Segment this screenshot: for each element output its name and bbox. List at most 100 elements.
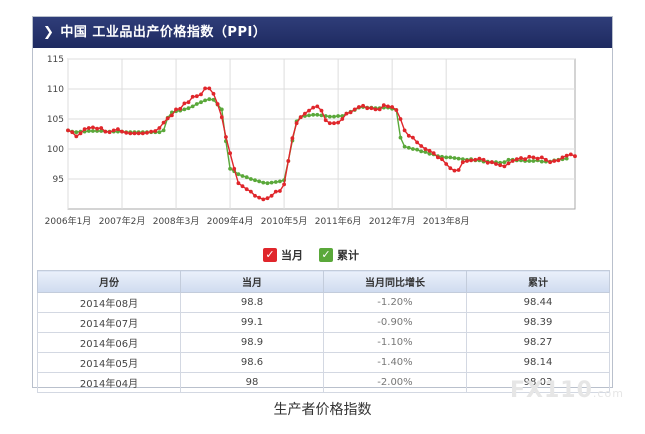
data-point-cumulative xyxy=(448,155,453,160)
data-point-current xyxy=(323,118,328,123)
data-point-current xyxy=(269,193,274,198)
cell-month: 2014年05月 xyxy=(37,352,181,373)
data-point-current xyxy=(149,129,153,134)
data-point-current xyxy=(398,117,403,121)
figure-caption: 生产者价格指数 xyxy=(273,402,372,418)
data-point-cumulative xyxy=(91,129,95,133)
data-point-cumulative xyxy=(307,113,311,118)
data-point-current xyxy=(203,86,208,91)
data-point-cumulative xyxy=(452,156,457,160)
data-point-current xyxy=(174,107,178,112)
data-point-current xyxy=(431,151,436,156)
data-point-cumulative xyxy=(332,114,336,119)
data-point-current xyxy=(170,113,174,118)
data-point-current xyxy=(519,156,523,160)
data-point-current xyxy=(573,154,577,159)
data-point-current xyxy=(161,120,166,125)
x-tick-label: 2006年1月 xyxy=(45,215,92,227)
data-point-cumulative xyxy=(194,102,199,106)
data-point-current xyxy=(86,126,91,130)
legend-label-current: 当月 xyxy=(281,249,303,262)
data-point-current xyxy=(207,86,212,91)
data-point-current xyxy=(261,197,266,202)
data-point-cumulative xyxy=(444,155,449,160)
data-point-cumulative xyxy=(273,180,278,184)
table-header-row: 月份 当月 当月同比增长 累计 xyxy=(37,270,610,293)
data-point-current xyxy=(107,130,112,135)
ppi-table: 月份 当月 当月同比增长 累计 2014年08月 98.8 -1.20% 98.… xyxy=(37,270,610,393)
data-point-cumulative xyxy=(269,180,274,185)
cell-month: 2014年07月 xyxy=(37,312,181,333)
data-point-current xyxy=(111,128,116,133)
legend-item-cumulative[interactable]: ✓ 累计 xyxy=(319,247,359,263)
data-point-cumulative xyxy=(398,135,403,140)
data-point-current xyxy=(244,187,249,192)
ppi-line-chart: 95 100 105 110 115 2006年1月 2007年2月 2008年3月 2009年… xyxy=(45,55,577,227)
data-point-current xyxy=(157,126,162,130)
data-point-current xyxy=(70,130,75,135)
data-point-current xyxy=(215,102,220,106)
data-point-current xyxy=(411,135,415,140)
data-point-cumulative xyxy=(249,177,253,181)
cell-current: 98.9 xyxy=(180,332,324,353)
data-point-current xyxy=(140,131,145,136)
cell-month: 2014年06月 xyxy=(37,332,181,353)
data-point-current xyxy=(394,108,399,112)
chevron-right-icon: ❯ xyxy=(43,25,55,40)
data-point-current xyxy=(560,155,565,160)
panel-header: ❯ 中国 工业品出产价格指数（PPI） xyxy=(33,17,612,48)
data-point-current xyxy=(514,157,519,162)
data-point-current xyxy=(419,144,424,148)
data-point-current xyxy=(298,115,303,120)
data-point-current xyxy=(427,148,432,153)
x-tick-label: 2008年3月 xyxy=(153,215,200,227)
cell-cumulative: 98.27 xyxy=(466,332,610,353)
data-point-cumulative xyxy=(253,178,257,183)
data-point-current xyxy=(473,157,478,162)
data-point-cumulative xyxy=(406,145,411,150)
table-row: 2014年06月 98.9 -1.10% 98.27 xyxy=(37,332,610,353)
data-point-current xyxy=(494,162,498,166)
data-point-current xyxy=(128,131,133,136)
data-point-cumulative xyxy=(161,128,166,133)
data-point-current xyxy=(465,159,469,163)
data-point-current xyxy=(485,160,490,165)
data-point-current xyxy=(469,158,473,163)
data-point-cumulative xyxy=(257,179,262,184)
data-point-current xyxy=(224,135,228,139)
data-point-current xyxy=(74,134,79,139)
data-point-current xyxy=(544,157,548,162)
data-point-cumulative xyxy=(502,160,507,165)
data-point-current xyxy=(423,147,428,151)
check-icon: ✓ xyxy=(263,248,277,262)
legend-item-current[interactable]: ✓ 当月 xyxy=(263,247,303,263)
data-point-current xyxy=(182,101,187,106)
x-tick-label: 2009年4月 xyxy=(207,215,254,227)
data-point-current xyxy=(539,155,544,160)
data-point-current xyxy=(490,160,494,165)
data-point-current xyxy=(311,105,316,110)
data-point-current xyxy=(103,129,108,134)
data-point-current xyxy=(228,151,233,156)
data-point-cumulative xyxy=(240,174,245,178)
check-icon: ✓ xyxy=(319,248,333,262)
data-point-cumulative xyxy=(402,144,407,149)
data-point-cumulative xyxy=(203,98,208,103)
data-point-current xyxy=(116,127,120,132)
data-point-current xyxy=(344,111,349,116)
data-point-cumulative xyxy=(186,106,191,111)
data-point-cumulative xyxy=(190,104,195,109)
data-point-current xyxy=(556,158,561,163)
data-point-current xyxy=(415,140,419,145)
data-point-current xyxy=(498,163,503,168)
data-point-cumulative xyxy=(327,114,332,119)
data-point-current xyxy=(406,133,411,138)
data-point-current xyxy=(120,129,124,134)
data-point-current xyxy=(82,127,87,132)
data-point-current xyxy=(194,94,199,99)
data-point-current xyxy=(145,130,149,135)
cell-month: 2014年08月 xyxy=(37,292,181,313)
column-header-yoy: 当月同比增长 xyxy=(323,270,467,293)
cell-yoy: -1.20% xyxy=(323,292,467,313)
data-point-current xyxy=(564,153,569,158)
